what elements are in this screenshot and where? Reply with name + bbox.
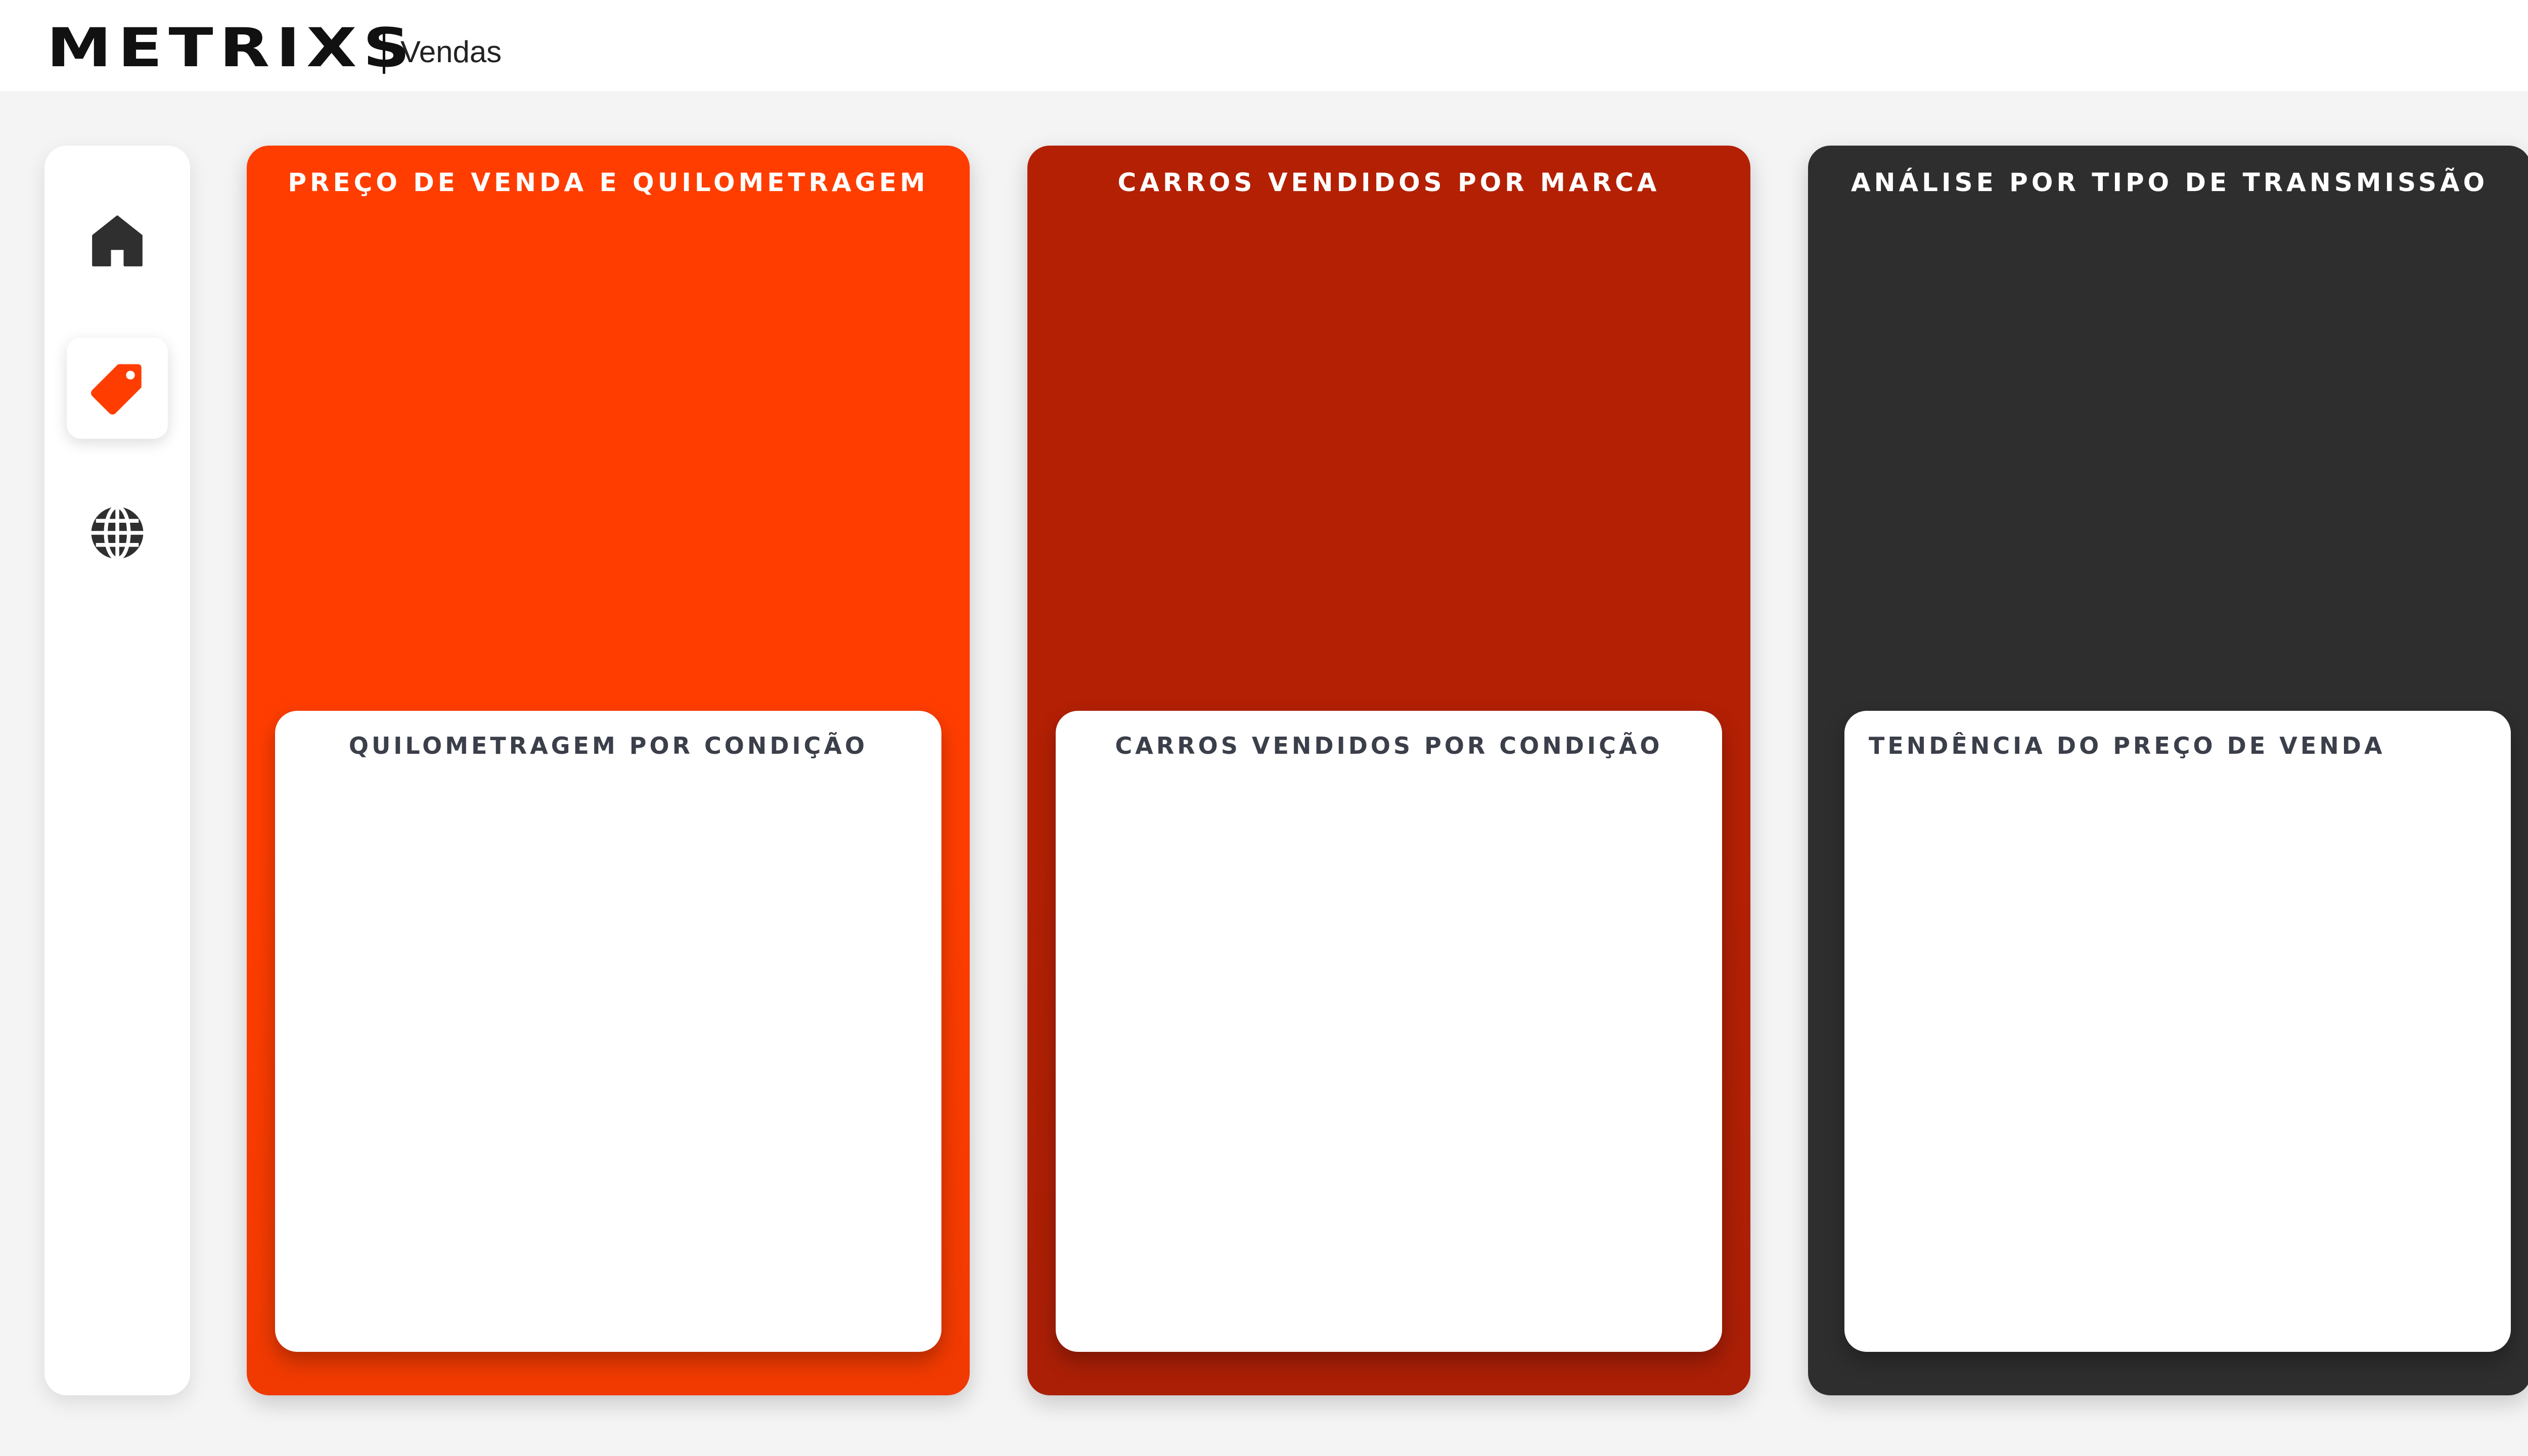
sidebar-item-sales[interactable] — [67, 338, 168, 439]
chart-panel-price-trend: TENDÊNCIA DO PREÇO DE VENDA — [1844, 711, 2511, 1352]
sidebar-item-global[interactable] — [67, 482, 168, 583]
panel-title: TENDÊNCIA DO PREÇO DE VENDA — [1869, 732, 2385, 759]
card-title: PREÇO DE VENDA E QUILOMETRAGEM — [288, 168, 929, 197]
sidebar — [44, 146, 190, 1395]
card-title: ANÁLISE POR TIPO DE TRANSMISSÃO — [1850, 168, 2489, 197]
panel-title: CARROS VENDIDOS POR CONDIÇÃO — [1115, 732, 1663, 759]
card-transmission-analysis: ANÁLISE POR TIPO DE TRANSMISSÃO TENDÊNCI… — [1808, 146, 2528, 1395]
brand-logo: METRIXS — [47, 17, 417, 79]
globe-icon — [91, 505, 144, 561]
chart-panel-cars-condition: CARROS VENDIDOS POR CONDIÇÃO — [1056, 711, 1722, 1352]
top-header: METRIXS Vendas — [0, 0, 2528, 91]
chart-panel-mileage-condition: QUILOMETRAGEM POR CONDIÇÃO — [275, 711, 941, 1352]
card-price-mileage: PREÇO DE VENDA E QUILOMETRAGEM QUILOMETR… — [247, 146, 970, 1395]
brand: METRIXS Vendas — [47, 20, 502, 76]
price-tag-icon — [91, 364, 142, 415]
panel-title: QUILOMETRAGEM POR CONDIÇÃO — [348, 732, 868, 759]
brand-divider — [383, 27, 385, 74]
home-icon — [92, 215, 143, 266]
card-cars-by-brand: CARROS VENDIDOS POR MARCA CARROS VENDIDO… — [1027, 146, 1750, 1395]
card-title: CARROS VENDIDOS POR MARCA — [1117, 168, 1660, 197]
page-title: Vendas — [400, 35, 502, 69]
sidebar-item-home[interactable] — [67, 190, 168, 291]
